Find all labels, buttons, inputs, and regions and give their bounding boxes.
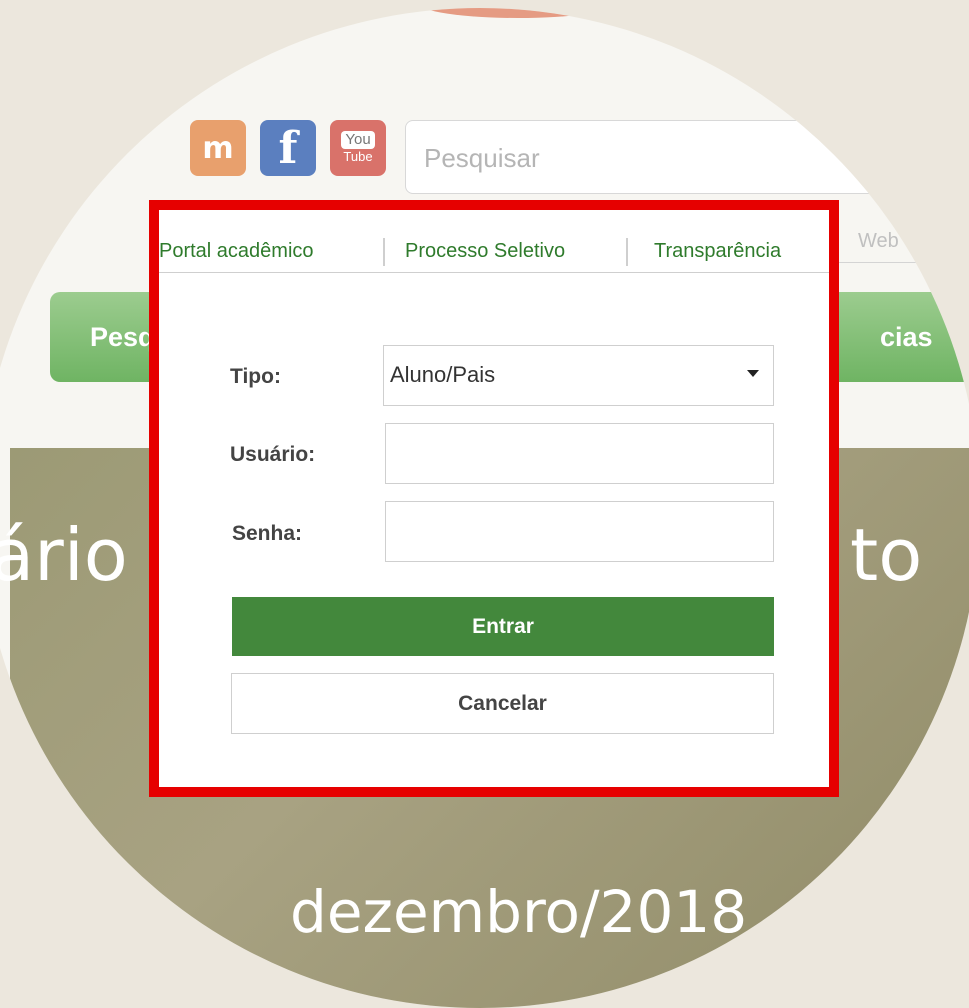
nav-link-processo[interactable]: Processo Seletivo bbox=[405, 240, 565, 263]
youtube-icon[interactable]: You Tube bbox=[330, 120, 386, 176]
search-input[interactable]: Pesquisar bbox=[405, 120, 969, 194]
senha-field[interactable] bbox=[385, 501, 774, 562]
modal-nav-links: Portal acadêmico Processo Seletivo Trans… bbox=[159, 230, 829, 273]
nav-link-web[interactable]: Web bbox=[858, 230, 899, 253]
cancel-button[interactable]: Cancelar bbox=[231, 673, 774, 734]
senha-label: Senha: bbox=[232, 522, 303, 545]
enter-button-label: Entrar bbox=[472, 614, 534, 638]
enter-button[interactable]: Entrar bbox=[232, 597, 774, 656]
search-placeholder: Pesquisar bbox=[424, 143, 540, 173]
nav-link-transparencia[interactable]: Transparência bbox=[654, 240, 781, 263]
facebook-glyph: f bbox=[278, 122, 298, 174]
usuario-label: Usuário: bbox=[230, 443, 316, 466]
nav-link-portal[interactable]: Portal acadêmico bbox=[159, 240, 314, 263]
menu-item-left[interactable]: Pesq bbox=[90, 322, 155, 353]
tipo-selected-value: Aluno/Pais bbox=[390, 362, 496, 387]
chevron-down-icon bbox=[747, 370, 759, 377]
tipo-select[interactable]: Aluno/Pais bbox=[383, 345, 774, 406]
menu-item-right[interactable]: cias bbox=[880, 322, 933, 353]
tipo-label: Tipo: bbox=[230, 365, 281, 388]
moodle-icon[interactable]: m bbox=[190, 120, 246, 176]
banner-title-left: ário bbox=[0, 513, 128, 597]
youtube-label-top: You bbox=[341, 131, 375, 149]
top-decoration bbox=[418, 8, 618, 18]
banner-date: dezembro/2018 bbox=[290, 878, 748, 946]
usuario-field[interactable] bbox=[385, 423, 774, 484]
login-modal: Portal acadêmico Processo Seletivo Trans… bbox=[149, 200, 839, 797]
youtube-label-bottom: Tube bbox=[343, 149, 373, 164]
cancel-button-label: Cancelar bbox=[458, 691, 547, 715]
facebook-icon[interactable]: f bbox=[260, 120, 316, 176]
nav-separator bbox=[383, 238, 385, 266]
nav-separator bbox=[626, 238, 628, 266]
banner-title-right: to bbox=[850, 513, 923, 597]
